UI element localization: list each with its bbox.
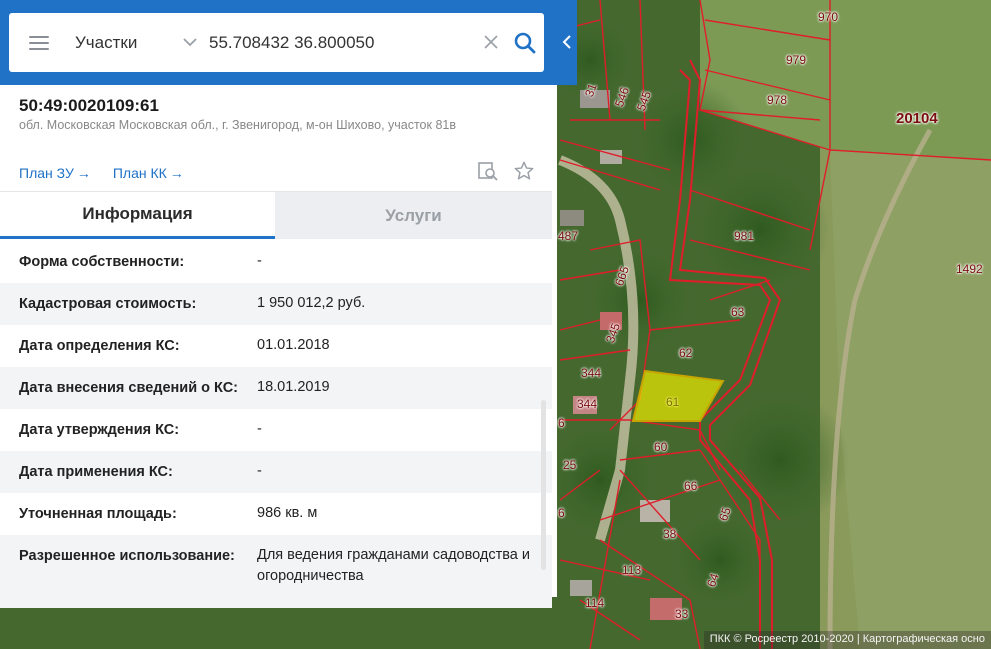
plan-kk-label: План КК [112, 165, 167, 181]
cadastral-number: 50:49:0020109:61 [19, 96, 159, 115]
attr-value: 01.01.2018 [257, 337, 330, 353]
attr-row: Кадастровая стоимость: 1 950 012,2 руб. [0, 283, 552, 325]
attr-key: Разрешенное использование: [19, 548, 235, 564]
search-icon[interactable] [513, 31, 537, 55]
parcel-label: 66 [684, 479, 698, 493]
attr-key: Дата утверждения КС: [19, 422, 180, 438]
parcel-label: 970 [818, 10, 839, 24]
attr-row: Дата определения КС: 01.01.2018 [0, 325, 552, 367]
attr-key: Уточненная площадь: [19, 506, 177, 522]
layer-select-value: Участки [75, 32, 138, 52]
parcel-label: 1492 [956, 262, 983, 276]
chevron-down-icon [183, 35, 197, 50]
search-header: Участки [0, 0, 577, 85]
parcel-label: 33 [675, 607, 689, 621]
attr-value: 986 кв. м [257, 505, 318, 521]
star-icon[interactable] [513, 160, 535, 182]
scrollbar[interactable] [541, 400, 546, 570]
search-box: Участки [9, 13, 544, 72]
plan-kk-link[interactable]: План КК → [113, 165, 184, 181]
arrow-right-icon: → [169, 165, 184, 181]
parcel-label: 978 [767, 93, 788, 107]
search-input[interactable] [209, 32, 469, 53]
tab-services[interactable]: Услуги [275, 192, 552, 239]
attr-key: Дата определения КС: [19, 338, 180, 354]
parcel-label: 60 [654, 440, 668, 454]
map-attribution: ПКК © Росреестр 2010-2020 | Картографиче… [703, 631, 991, 649]
attr-value: 1 950 012,2 руб. [257, 295, 366, 311]
attr-key: Дата применения КС: [19, 464, 173, 480]
tab-bar: Информация Услуги [0, 191, 552, 239]
parcel-label: 63 [731, 305, 745, 319]
parcel-label: 344 [581, 366, 602, 380]
attr-value: - [257, 463, 262, 479]
parcel-label: 62 [679, 346, 693, 360]
attr-key: Форма собственности: [19, 254, 185, 270]
tab-information[interactable]: Информация [0, 192, 275, 239]
info-panel: Форма собственности: - Кадастровая стоим… [0, 0, 557, 608]
attr-value: - [257, 253, 262, 269]
chevron-left-icon [562, 35, 571, 49]
attr-key: Кадастровая стоимость: [19, 296, 197, 312]
parcel-label: 6 [558, 506, 565, 520]
attr-value: Для ведения гражданами садоводства и ого… [257, 547, 530, 584]
parcel-label: 114 [585, 596, 605, 610]
arrow-right-icon: → [76, 165, 91, 181]
quarter-label: 20104 [896, 110, 938, 127]
zoom-search-icon[interactable] [477, 160, 499, 182]
parcel-label: 113 [622, 563, 642, 577]
plan-zu-link[interactable]: План ЗУ → [19, 165, 91, 181]
parcel-label: 979 [786, 53, 807, 67]
attr-row: Дата утверждения КС: - [0, 409, 552, 451]
layer-select[interactable]: Участки [75, 33, 197, 53]
close-icon[interactable] [483, 30, 499, 56]
collapse-panel-button[interactable] [557, 22, 577, 62]
attr-row: Разрешенное использование: Для ведения г… [0, 535, 552, 608]
parcel-label: 487 [558, 229, 579, 243]
attr-row: Форма собственности: - [0, 241, 552, 283]
parcel-address: обл. Московская Московская обл., г. Звен… [19, 118, 456, 132]
plan-zu-label: План ЗУ [19, 165, 74, 181]
menu-icon[interactable] [29, 35, 49, 50]
plan-links: План ЗУ → План КК → [19, 165, 184, 181]
parcel-tools [477, 160, 535, 182]
selected-parcel-label: 61 [666, 395, 680, 409]
parcel-label: 25 [563, 458, 577, 472]
attribute-list: Форма собственности: - Кадастровая стоим… [0, 241, 552, 608]
attr-value: - [257, 421, 262, 437]
parcel-label: 38 [663, 527, 677, 541]
attr-key: Дата внесения сведений о КС: [19, 380, 239, 396]
attr-row: Дата применения КС: - [0, 451, 552, 493]
parcel-label: 344 [577, 397, 598, 411]
attr-row: Уточненная площадь: 986 кв. м [0, 493, 552, 535]
attr-row: Дата внесения сведений о КС: 18.01.2019 [0, 367, 552, 409]
parcel-label: 981 [734, 229, 755, 243]
parcel-label: 6 [558, 416, 565, 430]
attr-value: 18.01.2019 [257, 379, 330, 395]
